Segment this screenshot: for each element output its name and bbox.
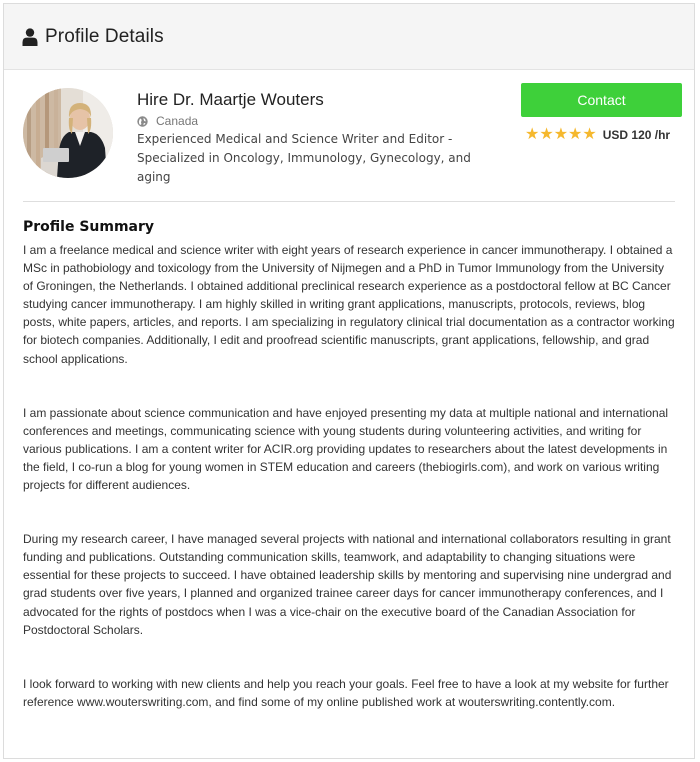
star-icon: ★ (525, 126, 540, 143)
summary-paragraph: During my research career, I have manage… (23, 532, 672, 637)
hourly-rate: USD 120 /hr (602, 128, 671, 142)
user-icon (22, 27, 38, 46)
panel-header: Profile Details (4, 4, 694, 70)
page-title: Profile Details (45, 25, 164, 47)
star-icon: ★ (582, 126, 597, 143)
profile-panel: Profile Details Hire Dr. Maartje Wouters… (3, 3, 695, 759)
divider (23, 201, 675, 202)
contact-button[interactable]: Contact (521, 83, 682, 117)
star-icon: ★ (568, 126, 583, 143)
avatar (23, 88, 113, 178)
globe-icon (137, 115, 148, 127)
location-label: Canada (156, 114, 199, 128)
star-icon: ★ (553, 126, 569, 143)
profile-summary: Profile Summary I am a freelance medical… (4, 219, 694, 711)
summary-heading: Profile Summary (23, 219, 155, 235)
location: Canada (137, 114, 198, 128)
summary-paragraph: I am a freelance medical and science wri… (23, 243, 675, 366)
profile-tagline: Experienced Medical and Science Writer a… (137, 132, 471, 184)
rating-and-rate: ★ ★ ★ ★ ★ USD 120 /hr (525, 127, 670, 143)
star-icon: ★ (539, 126, 554, 143)
summary-paragraph: I look forward to working with new clien… (23, 676, 669, 709)
star-rating: ★ ★ ★ ★ ★ (525, 127, 597, 143)
profile-name: Hire Dr. Maartje Wouters (137, 90, 324, 109)
profile-card: Hire Dr. Maartje Wouters Canada Experien… (4, 70, 694, 202)
summary-paragraph: I am passionate about science communicat… (23, 405, 669, 493)
